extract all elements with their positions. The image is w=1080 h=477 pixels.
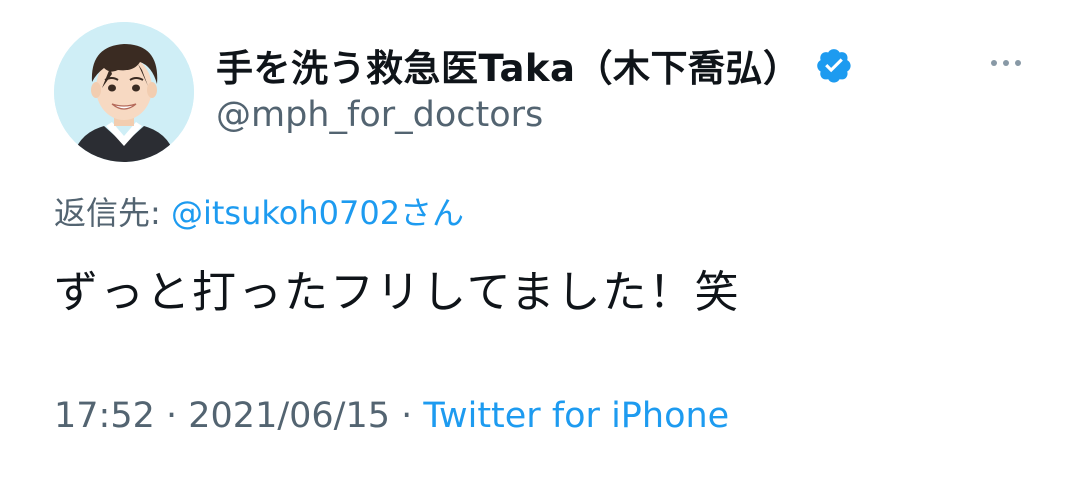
- meta-separator: ·: [154, 396, 189, 436]
- meta-separator: ·: [390, 396, 424, 436]
- author-name-row[interactable]: 手を洗う救急医Taka（木下喬弘）: [216, 40, 853, 90]
- tweet-card: 手を洗う救急医Taka（木下喬弘） @mph_for_doctors 返信先: …: [0, 0, 1080, 477]
- tweet-time[interactable]: 17:52: [54, 396, 155, 436]
- author-handle[interactable]: @mph_for_doctors: [216, 95, 543, 135]
- tweet-text: ずっと打ったフリしてました！笑: [54, 267, 741, 318]
- avatar[interactable]: [54, 22, 194, 162]
- avatar-illustration: [54, 22, 194, 162]
- verified-badge-icon: [815, 46, 853, 84]
- reply-label: 返信先:: [54, 194, 171, 232]
- tweet-meta: 17:52 · 2021/06/15 · Twitter for iPhone: [54, 396, 729, 436]
- reply-to-user-link[interactable]: @itsukoh0702さん: [171, 194, 464, 232]
- reply-context: 返信先: @itsukoh0702さん: [54, 188, 464, 234]
- tweet-date[interactable]: 2021/06/15: [188, 396, 390, 436]
- more-options-icon[interactable]: [986, 48, 1026, 78]
- display-name[interactable]: 手を洗う救急医Taka（木下喬弘）: [216, 38, 801, 92]
- tweet-source-link[interactable]: Twitter for iPhone: [423, 396, 729, 436]
